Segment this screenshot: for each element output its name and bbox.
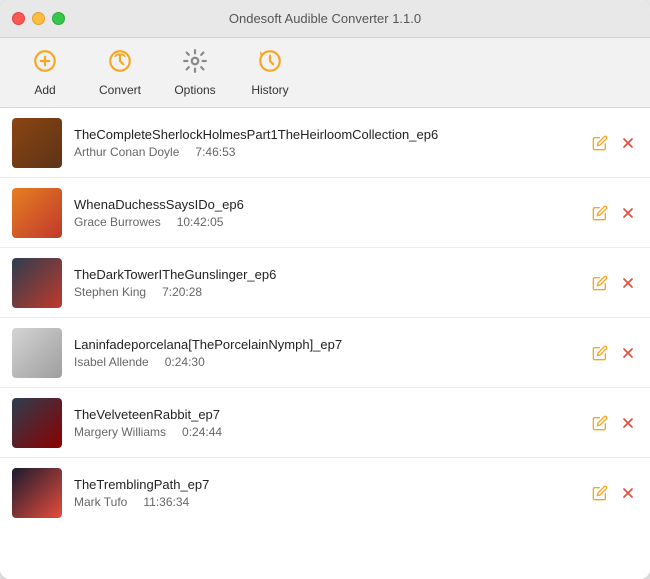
book-duration: 0:24:30 bbox=[165, 355, 205, 369]
table-row: TheCompleteSherlockHolmesPart1TheHeirloo… bbox=[0, 108, 650, 178]
delete-button[interactable] bbox=[618, 343, 638, 363]
book-cover bbox=[12, 258, 62, 308]
book-meta: Margery Williams 0:24:44 bbox=[74, 425, 580, 439]
book-author: Mark Tufo bbox=[74, 495, 127, 509]
book-info: TheDarkTowerITheGunslinger_ep6 Stephen K… bbox=[74, 267, 580, 299]
delete-button[interactable] bbox=[618, 203, 638, 223]
book-info: WhenaDuchessSaysIDo_ep6 Grace Burrowes 1… bbox=[74, 197, 580, 229]
book-info: TheCompleteSherlockHolmesPart1TheHeirloo… bbox=[74, 127, 580, 159]
book-author: Grace Burrowes bbox=[74, 215, 161, 229]
row-actions bbox=[590, 273, 638, 293]
toolbar: Add Convert Options bbox=[0, 38, 650, 108]
options-label: Options bbox=[174, 83, 215, 97]
table-row: WhenaDuchessSaysIDo_ep6 Grace Burrowes 1… bbox=[0, 178, 650, 248]
book-list: TheCompleteSherlockHolmesPart1TheHeirloo… bbox=[0, 108, 650, 579]
row-actions bbox=[590, 203, 638, 223]
options-button[interactable]: Options bbox=[160, 43, 230, 103]
book-info: Laninfadeporcelana[ThePorcelainNymph]_ep… bbox=[74, 337, 580, 369]
book-info: TheVelveteenRabbit_ep7 Margery Williams … bbox=[74, 407, 580, 439]
row-actions bbox=[590, 413, 638, 433]
delete-button[interactable] bbox=[618, 483, 638, 503]
book-author: Stephen King bbox=[74, 285, 146, 299]
delete-button[interactable] bbox=[618, 413, 638, 433]
book-duration: 7:46:53 bbox=[195, 145, 235, 159]
book-title: TheCompleteSherlockHolmesPart1TheHeirloo… bbox=[74, 127, 580, 142]
delete-button[interactable] bbox=[618, 133, 638, 153]
book-duration: 7:20:28 bbox=[162, 285, 202, 299]
edit-button[interactable] bbox=[590, 273, 610, 293]
history-label: History bbox=[251, 83, 288, 97]
book-title: WhenaDuchessSaysIDo_ep6 bbox=[74, 197, 580, 212]
edit-button[interactable] bbox=[590, 413, 610, 433]
convert-label: Convert bbox=[99, 83, 141, 97]
cover-art bbox=[12, 258, 62, 308]
book-author: Arthur Conan Doyle bbox=[74, 145, 179, 159]
edit-button[interactable] bbox=[590, 343, 610, 363]
book-meta: Grace Burrowes 10:42:05 bbox=[74, 215, 580, 229]
history-button[interactable]: History bbox=[235, 43, 305, 103]
maximize-button[interactable] bbox=[52, 12, 65, 25]
cover-art bbox=[12, 118, 62, 168]
cover-art bbox=[12, 328, 62, 378]
book-meta: Mark Tufo 11:36:34 bbox=[74, 495, 580, 509]
book-duration: 11:36:34 bbox=[143, 495, 189, 509]
close-button[interactable] bbox=[12, 12, 25, 25]
cover-art bbox=[12, 398, 62, 448]
table-row: TheVelveteenRabbit_ep7 Margery Williams … bbox=[0, 388, 650, 458]
cover-art bbox=[12, 188, 62, 238]
book-info: TheTremblingPath_ep7 Mark Tufo 11:36:34 bbox=[74, 477, 580, 509]
book-duration: 0:24:44 bbox=[182, 425, 222, 439]
delete-button[interactable] bbox=[618, 273, 638, 293]
add-icon bbox=[32, 48, 58, 79]
book-duration: 10:42:05 bbox=[177, 215, 224, 229]
book-cover bbox=[12, 188, 62, 238]
row-actions bbox=[590, 343, 638, 363]
book-author: Margery Williams bbox=[74, 425, 166, 439]
book-meta: Arthur Conan Doyle 7:46:53 bbox=[74, 145, 580, 159]
row-actions bbox=[590, 483, 638, 503]
traffic-lights bbox=[12, 12, 65, 25]
edit-button[interactable] bbox=[590, 203, 610, 223]
options-icon bbox=[182, 48, 208, 79]
add-label: Add bbox=[34, 83, 55, 97]
table-row: TheTremblingPath_ep7 Mark Tufo 11:36:34 bbox=[0, 458, 650, 528]
book-title: TheDarkTowerITheGunslinger_ep6 bbox=[74, 267, 580, 282]
app-window: Ondesoft Audible Converter 1.1.0 Add bbox=[0, 0, 650, 579]
convert-icon bbox=[107, 48, 133, 79]
book-title: Laninfadeporcelana[ThePorcelainNymph]_ep… bbox=[74, 337, 580, 352]
book-cover bbox=[12, 398, 62, 448]
book-cover bbox=[12, 118, 62, 168]
cover-art bbox=[12, 468, 62, 518]
row-actions bbox=[590, 133, 638, 153]
add-button[interactable]: Add bbox=[10, 43, 80, 103]
book-cover bbox=[12, 468, 62, 518]
convert-button[interactable]: Convert bbox=[85, 43, 155, 103]
table-row: TheDarkTowerITheGunslinger_ep6 Stephen K… bbox=[0, 248, 650, 318]
edit-button[interactable] bbox=[590, 483, 610, 503]
book-title: TheVelveteenRabbit_ep7 bbox=[74, 407, 580, 422]
book-meta: Stephen King 7:20:28 bbox=[74, 285, 580, 299]
table-row: Laninfadeporcelana[ThePorcelainNymph]_ep… bbox=[0, 318, 650, 388]
window-title: Ondesoft Audible Converter 1.1.0 bbox=[229, 11, 421, 26]
history-icon bbox=[257, 48, 283, 79]
book-author: Isabel Allende bbox=[74, 355, 149, 369]
book-meta: Isabel Allende 0:24:30 bbox=[74, 355, 580, 369]
book-title: TheTremblingPath_ep7 bbox=[74, 477, 580, 492]
book-cover bbox=[12, 328, 62, 378]
edit-button[interactable] bbox=[590, 133, 610, 153]
title-bar: Ondesoft Audible Converter 1.1.0 bbox=[0, 0, 650, 38]
minimize-button[interactable] bbox=[32, 12, 45, 25]
